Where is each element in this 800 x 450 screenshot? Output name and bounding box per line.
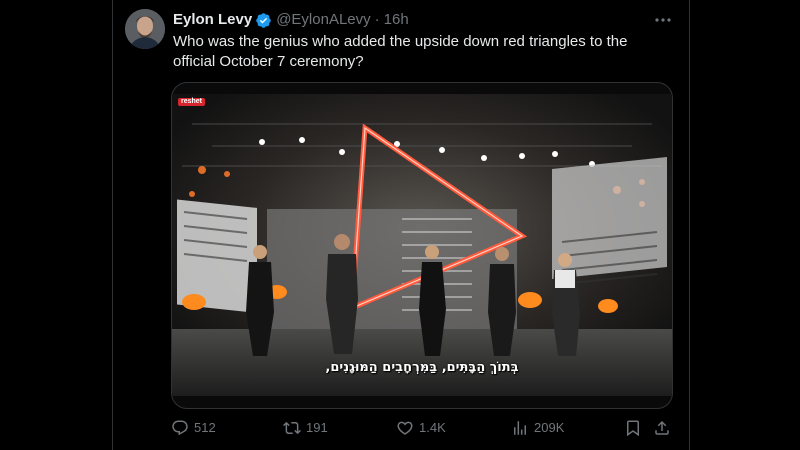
video-player[interactable]: reshet בְּתוֹךְ הַבָּתִּים, בַּמִּרְחָבִ…	[172, 94, 672, 396]
more-icon[interactable]	[653, 10, 673, 30]
avatar[interactable]	[125, 9, 165, 49]
timeline-column: Eylon Levy @EylonALevy · 16h Who was the…	[112, 0, 690, 450]
like-count: 1.4K	[419, 420, 446, 435]
share-icon	[655, 420, 669, 435]
reply-button[interactable]: 512	[171, 418, 216, 438]
ceremony-video-frame	[172, 94, 672, 396]
like-icon	[397, 421, 413, 435]
bookmark-icon	[627, 420, 639, 437]
like-button[interactable]: 1.4K	[396, 418, 446, 438]
views-icon	[514, 421, 526, 435]
views-button[interactable]: 209K	[511, 418, 564, 438]
reply-count: 512	[194, 420, 216, 435]
repost-button[interactable]: 191	[283, 418, 328, 438]
repost-count: 191	[306, 420, 328, 435]
action-bar: 512 191 1.4K 209K	[171, 418, 671, 438]
verified-badge-icon	[255, 12, 272, 29]
tweet-text: Who was the genius who added the upside …	[173, 33, 628, 70]
post-time[interactable]: 16h	[384, 10, 409, 30]
channel-logo: reshet	[178, 98, 206, 106]
reply-icon	[172, 420, 188, 436]
author-handle[interactable]: @EylonALevy	[276, 10, 370, 30]
tweet[interactable]: Eylon Levy @EylonALevy · 16h Who was the…	[113, 0, 689, 450]
tweet-header: Eylon Levy @EylonALevy · 16h	[173, 10, 409, 30]
share-button[interactable]	[653, 418, 676, 438]
author-name[interactable]: Eylon Levy	[173, 10, 252, 30]
bookmark-button[interactable]	[624, 418, 647, 438]
separator-dot: ·	[374, 11, 380, 28]
media-card[interactable]: reshet בְּתוֹךְ הַבָּתִּים, בַּמִּרְחָבִ…	[171, 82, 673, 409]
video-subtitle: בְּתוֹךְ הַבָּתִּים, בַּמִּרְחָבִים הַמּ…	[325, 360, 519, 375]
views-count: 209K	[534, 420, 565, 435]
repost-icon	[283, 421, 301, 435]
